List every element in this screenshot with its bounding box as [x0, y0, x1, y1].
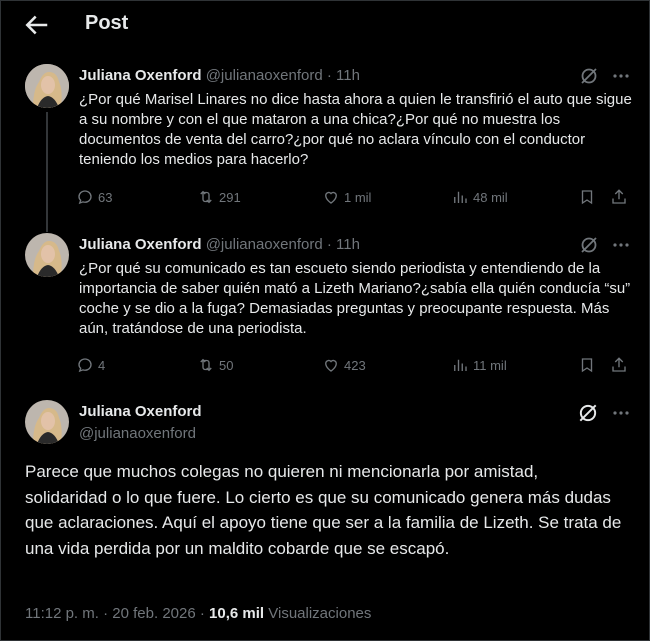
- meta-separator: ·: [326, 236, 332, 253]
- author-name[interactable]: Juliana Oxenford: [79, 236, 202, 253]
- tweet-time[interactable]: 11h: [336, 67, 360, 84]
- tweet-text: ¿Por qué Marisel Linares no dice hasta a…: [79, 91, 632, 168]
- tweet-meta: Juliana Oxenford @julianaoxenford · 11h: [79, 236, 360, 253]
- share-icon: [612, 189, 626, 204]
- tweet-meta: Juliana Oxenford @julianaoxenford · 11h: [79, 67, 360, 84]
- page-title: Post: [85, 12, 129, 34]
- grok-button[interactable]: [579, 66, 599, 86]
- post-time[interactable]: 11:12 p. m.: [25, 605, 99, 622]
- post-views-label: Visualizaciones: [268, 605, 372, 622]
- more-button[interactable]: [611, 235, 631, 255]
- bookmark-button[interactable]: [578, 356, 596, 374]
- grok-button[interactable]: [579, 235, 599, 255]
- reply-button[interactable]: 4: [76, 356, 105, 374]
- grok-button[interactable]: [577, 402, 599, 424]
- like-count: 1 mil: [344, 189, 372, 205]
- heart-icon: [325, 359, 337, 372]
- like-button[interactable]: 423: [322, 356, 366, 374]
- share-icon: [612, 357, 626, 372]
- more-button[interactable]: [611, 66, 631, 86]
- more-icon: [613, 243, 629, 247]
- repost-button[interactable]: 50: [197, 356, 233, 374]
- post-views-count: 10,6 mil: [209, 605, 265, 622]
- tweet-corner-icons: [579, 235, 631, 255]
- bookmark-button[interactable]: [578, 188, 596, 206]
- reply-icon: [78, 190, 92, 205]
- author-handle[interactable]: @julianaoxenford: [206, 67, 323, 84]
- more-icon: [613, 74, 629, 78]
- author-handle[interactable]: @julianaoxenford: [79, 425, 196, 442]
- share-button[interactable]: [610, 188, 628, 206]
- author-name[interactable]: Juliana Oxenford: [79, 67, 202, 84]
- tweet-text: ¿Por qué su comunicado es tan escueto si…: [79, 260, 631, 337]
- meta-separator: ·: [326, 67, 332, 84]
- like-count: 423: [344, 357, 366, 373]
- avatar[interactable]: [25, 64, 69, 108]
- reply-count: 4: [98, 357, 106, 373]
- more-button[interactable]: [611, 403, 631, 423]
- repost-icon: [200, 358, 212, 372]
- avatar-photo: [25, 233, 69, 277]
- tweet-actions: 4 50 423 11 mil: [76, 356, 636, 378]
- post-panel: Post Juliana Oxenford @julianaoxenford ·…: [0, 0, 650, 641]
- share-button[interactable]: [610, 356, 628, 374]
- repost-count: 291: [219, 189, 241, 205]
- author-handle[interactable]: @julianaoxenford: [206, 236, 323, 253]
- main-tweet-text: Parece que muchos colegas no quieren ni …: [25, 462, 622, 558]
- avatar[interactable]: [25, 400, 69, 444]
- repost-count: 50: [219, 357, 234, 373]
- thread-line: [46, 112, 48, 232]
- reply-button[interactable]: 63: [76, 188, 112, 206]
- arrow-left-icon: [25, 15, 48, 35]
- heart-icon: [325, 191, 337, 204]
- post-date[interactable]: 20 feb. 2026: [112, 605, 195, 622]
- back-button[interactable]: [21, 10, 51, 40]
- analytics-icon: [454, 359, 467, 371]
- meta-separator: ·: [103, 605, 109, 622]
- repost-icon: [200, 190, 212, 204]
- post-metadata: 11:12 p. m. · 20 feb. 2026 · 10,6 mil Vi…: [25, 605, 371, 622]
- reply-count: 63: [98, 189, 113, 205]
- grok-icon: [581, 237, 597, 253]
- tweet-time[interactable]: 11h: [336, 236, 360, 253]
- author-name[interactable]: Juliana Oxenford: [79, 403, 202, 420]
- grok-icon: [581, 68, 597, 84]
- avatar-photo: [25, 400, 69, 444]
- like-button[interactable]: 1 mil: [322, 188, 371, 206]
- bookmark-icon: [581, 358, 593, 373]
- views-count: 48 mil: [473, 189, 508, 205]
- avatar[interactable]: [25, 233, 69, 277]
- more-icon: [613, 411, 629, 415]
- views-button[interactable]: 11 mil: [451, 356, 507, 374]
- reply-icon: [78, 358, 92, 373]
- views-count: 11 mil: [473, 357, 507, 373]
- repost-button[interactable]: 291: [197, 188, 241, 206]
- bookmark-icon: [581, 190, 593, 205]
- grok-icon: [579, 404, 597, 422]
- analytics-icon: [454, 191, 467, 203]
- header: Post: [1, 1, 650, 51]
- tweet-corner-icons: [577, 402, 631, 424]
- avatar-photo: [25, 64, 69, 108]
- meta-separator: ·: [199, 605, 205, 622]
- tweet-actions: 63 291 1 mil 48 mil: [76, 188, 636, 210]
- views-button[interactable]: 48 mil: [451, 188, 508, 206]
- tweet-corner-icons: [579, 66, 631, 86]
